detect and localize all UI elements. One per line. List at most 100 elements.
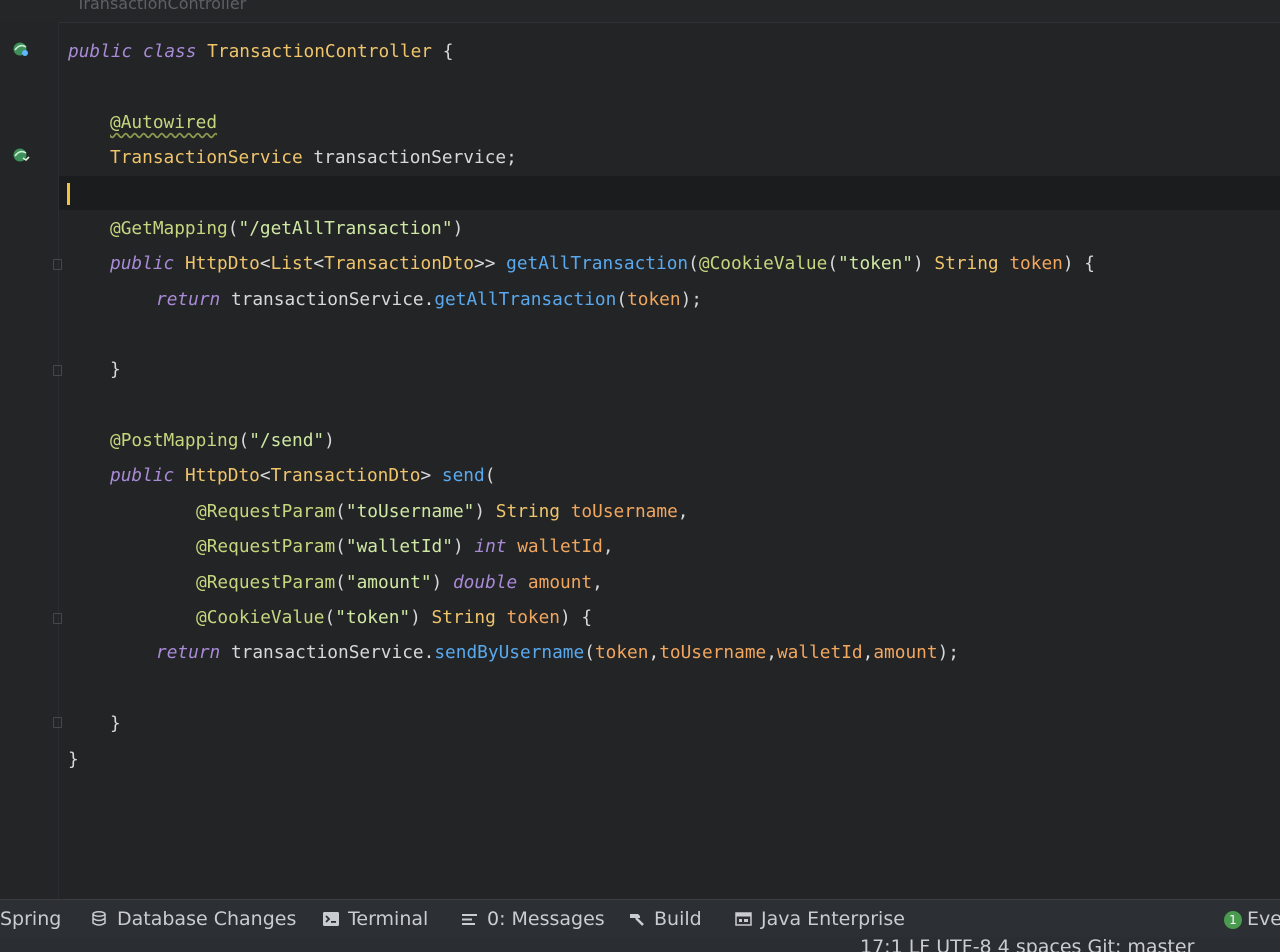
code-token: < <box>313 253 325 274</box>
code-token: ) { <box>560 607 593 628</box>
code-token: < <box>259 465 271 486</box>
code-token: ) <box>410 607 432 628</box>
code-line[interactable]: @RequestParam("toUsername") String toUse… <box>196 500 689 524</box>
text-caret <box>67 183 70 205</box>
code-token: @GetMapping <box>110 218 228 239</box>
tool-spring-label: Spring <box>0 908 62 930</box>
spring-bean-icon[interactable] <box>12 41 30 57</box>
code-token: transactionService; <box>313 147 517 168</box>
tool-java-enterprise[interactable]: Java Enterprise <box>735 907 905 931</box>
status-bar: 17:1 LF UTF-8 4 spaces Git: master <box>0 937 1280 952</box>
code-token: send <box>441 465 485 486</box>
code-token: public <box>110 253 185 274</box>
code-token: , <box>648 642 660 663</box>
code-token: sendByUsername <box>434 642 585 663</box>
code-token: ) <box>912 253 935 274</box>
tool-database-changes-label: Database Changes <box>117 908 297 930</box>
status-bar-info[interactable]: 17:1 LF UTF-8 4 spaces Git: master <box>860 937 1194 952</box>
code-token: ( <box>227 218 239 239</box>
code-token: ( <box>616 289 628 310</box>
code-token: } <box>110 713 121 734</box>
hammer-icon <box>630 914 644 926</box>
code-token: > <box>420 465 442 486</box>
code-token: TransactionService <box>110 147 314 168</box>
code-token: { <box>442 41 454 62</box>
code-token: @RequestParam <box>196 572 336 593</box>
code-token: return <box>156 289 231 310</box>
breadcrumb-class[interactable]: TransactionController <box>76 0 246 13</box>
ide-window: TransactionController public class Trans… <box>0 0 1280 952</box>
code-token: public class <box>68 41 208 62</box>
code-token: "token" <box>838 253 913 274</box>
fold-marker[interactable] <box>53 613 62 624</box>
code-line[interactable]: public HttpDto<List<TransactionDto>> get… <box>110 252 1095 276</box>
code-token: token <box>1009 253 1063 274</box>
code-token: toUsername <box>659 642 767 663</box>
tool-window-bar: Spring Database Changes Terminal 0: Mess… <box>0 899 1280 938</box>
tool-spring[interactable]: Spring <box>0 907 61 931</box>
code-token: ( <box>238 430 250 451</box>
code-token: @RequestParam <box>196 501 336 522</box>
code-token: amount <box>527 572 593 593</box>
code-token: ) { <box>1062 253 1095 274</box>
fold-marker[interactable] <box>53 717 62 728</box>
tool-event-log[interactable]: 1 Eve <box>1224 907 1280 931</box>
code-token: return <box>156 642 231 663</box>
code-token: token <box>627 289 681 310</box>
code-line[interactable]: } <box>68 748 79 772</box>
code-token: HttpDto <box>184 465 260 486</box>
code-line[interactable]: return transactionService.sendByUsername… <box>156 641 959 665</box>
tool-messages[interactable]: 0: Messages <box>461 907 605 931</box>
code-line[interactable]: @PostMapping("/send") <box>110 429 335 453</box>
java-enterprise-icon <box>735 912 752 926</box>
code-token: "token" <box>335 607 411 628</box>
code-token: ) <box>474 501 496 522</box>
event-count-badge: 1 <box>1224 911 1242 929</box>
code-token: token <box>594 642 649 663</box>
code-token: ) <box>324 430 335 451</box>
autowired-bean-icon[interactable] <box>12 147 30 163</box>
code-token: ); <box>680 289 703 310</box>
code-token: @RequestParam <box>196 536 336 557</box>
tool-terminal-label: Terminal <box>348 908 429 930</box>
tool-java-enterprise-label: Java Enterprise <box>761 908 905 930</box>
tool-build[interactable]: Build <box>628 907 702 931</box>
code-token: TransactionController <box>207 41 443 62</box>
code-line[interactable]: @RequestParam("amount") double amount, <box>196 571 603 595</box>
code-token: @Autowired <box>110 112 218 133</box>
database-changes-icon <box>92 911 106 926</box>
tool-terminal[interactable]: Terminal <box>322 907 428 931</box>
code-line[interactable]: @RequestParam("walletId") int walletId, <box>196 535 614 559</box>
code-line[interactable]: @Autowired <box>110 111 217 135</box>
code-line[interactable]: @GetMapping("/getAllTransaction") <box>110 217 463 241</box>
code-line[interactable]: return transactionService.getAllTransact… <box>156 288 702 312</box>
code-token: getAllTransaction <box>506 253 689 274</box>
code-line[interactable]: public class TransactionController { <box>68 40 453 64</box>
code-token: < <box>259 253 271 274</box>
code-line[interactable]: @CookieValue("token") String token) { <box>196 606 592 630</box>
current-line-highlight <box>0 176 1280 210</box>
code-line[interactable]: public HttpDto<TransactionDto> send( <box>110 464 495 488</box>
fold-marker[interactable] <box>53 365 62 376</box>
code-token: } <box>110 359 121 380</box>
code-line[interactable]: } <box>110 358 121 382</box>
editor-gutter[interactable] <box>0 22 62 899</box>
code-token: "/send" <box>249 430 325 451</box>
code-token: ( <box>335 536 346 557</box>
code-token: transactionService. <box>230 289 435 310</box>
tool-database-changes[interactable]: Database Changes <box>91 907 296 931</box>
code-token: ( <box>335 572 346 593</box>
code-token: ( <box>584 642 595 663</box>
code-token: , <box>677 501 689 522</box>
code-token: , <box>862 642 874 663</box>
code-token: ( <box>335 501 346 522</box>
code-line[interactable]: TransactionService transactionService; <box>110 146 517 170</box>
code-token: } <box>68 749 79 770</box>
breadcrumb[interactable]: TransactionController <box>0 0 1280 23</box>
code-token: String <box>934 253 1010 274</box>
code-token: double <box>452 572 528 593</box>
code-line[interactable]: } <box>110 712 121 736</box>
code-token: amount <box>873 642 938 663</box>
code-token: int <box>474 536 518 557</box>
fold-marker[interactable] <box>53 259 62 270</box>
